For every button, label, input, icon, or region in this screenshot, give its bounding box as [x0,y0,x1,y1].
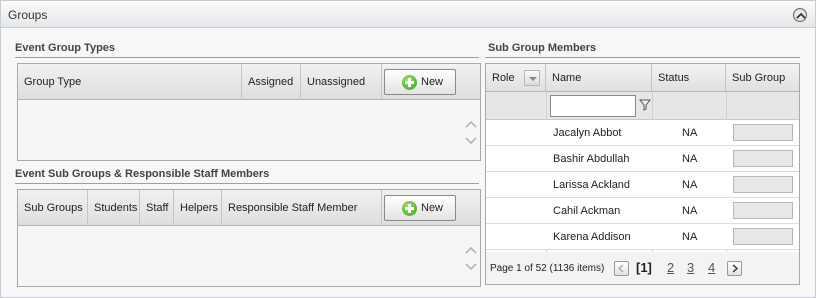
prev-page-button[interactable] [614,261,629,276]
member-status: NA [682,153,698,165]
column-header-students[interactable]: Students [88,190,140,226]
chevron-right-icon [732,264,739,273]
sub-group-field[interactable] [733,202,793,219]
page-link-4[interactable]: 4 [708,260,715,275]
column-header-responsible-staff[interactable]: Responsible Staff Member [222,190,382,226]
column-header-group-type[interactable]: Group Type [18,64,242,100]
new-button-label: New [421,76,444,88]
scroll-up-down-icon [465,246,477,271]
grid-header: Group Type Assigned Unassigned New [18,64,480,100]
column-header-staff[interactable]: Staff [140,190,174,226]
sub-group-field[interactable] [733,176,793,193]
filter-row [486,92,799,120]
scroll-arrows[interactable] [464,244,478,274]
sub-group-field[interactable] [733,228,793,245]
member-name: Cahil Ackman [553,205,621,217]
page-link-2[interactable]: 2 [667,260,674,275]
event-group-types-grid: Group Type Assigned Unassigned New [17,63,481,161]
event-sub-groups-grid: Sub Groups Students Staff Helpers Respon… [17,189,481,287]
table-row[interactable]: Karena Addison NA [486,224,799,250]
add-icon [402,75,417,90]
member-status: NA [682,179,698,191]
section-divider [15,57,479,58]
new-sub-group-button[interactable]: New [384,195,456,221]
column-header-helpers[interactable]: Helpers [174,190,222,226]
groups-panel: Groups Event Group Types Group Type Assi… [0,0,816,298]
member-name: Larissa Ackland [553,179,631,191]
scroll-up-down-icon [465,120,477,145]
column-header-name[interactable]: Name [546,64,652,92]
table-row[interactable]: Jacalyn Abbot NA [486,120,799,146]
collapse-icon[interactable] [793,8,807,22]
chevron-left-icon [617,264,624,273]
event-group-types-title: Event Group Types [15,42,116,54]
pager-info: Page 1 of 52 (1136 items) [490,263,605,274]
member-status: NA [682,231,698,243]
grid-header: Role Name Status Sub Group [486,64,799,92]
sub-group-members-title: Sub Group Members [488,42,597,54]
column-header-role-label: Role [492,72,515,84]
column-header-role[interactable]: Role [486,64,546,92]
table-row[interactable]: Cahil Ackman NA [486,198,799,224]
new-group-type-button[interactable]: New [384,69,456,95]
sub-group-members-grid: Role Name Status Sub Group Jacalyn Abbot… [485,63,800,285]
page-link-3[interactable]: 3 [687,260,694,275]
section-divider [485,57,800,58]
role-dropdown-icon[interactable] [524,70,540,86]
sub-group-field[interactable] [733,124,793,141]
page-current: [1] [636,260,652,275]
column-header-assigned[interactable]: Assigned [242,64,301,100]
grid-header: Sub Groups Students Staff Helpers Respon… [18,190,480,226]
panel-title: Groups [8,8,48,22]
member-status: NA [682,205,698,217]
name-filter-input[interactable] [550,95,636,117]
pager: Page 1 of 52 (1136 items) [1] 2 3 4 [486,252,799,284]
panel-header: Groups [1,1,815,28]
event-sub-groups-title: Event Sub Groups & Responsible Staff Mem… [15,168,270,180]
next-page-button[interactable] [727,261,742,276]
member-status: NA [682,127,698,139]
add-icon [402,201,417,216]
column-header-status[interactable]: Status [652,64,726,92]
column-header-sub-groups[interactable]: Sub Groups [18,190,88,226]
scroll-arrows[interactable] [464,118,478,148]
filter-icon[interactable] [639,99,651,111]
member-name: Karena Addison [553,231,631,243]
sub-group-field[interactable] [733,150,793,167]
new-button-label: New [421,202,444,214]
column-header-unassigned[interactable]: Unassigned [301,64,382,100]
member-name: Bashir Abdullah [553,153,630,165]
column-header-sub-group[interactable]: Sub Group [726,64,799,92]
member-name: Jacalyn Abbot [553,127,622,139]
table-row[interactable]: Bashir Abdullah NA [486,146,799,172]
section-divider [15,183,479,184]
table-row[interactable]: Larissa Ackland NA [486,172,799,198]
